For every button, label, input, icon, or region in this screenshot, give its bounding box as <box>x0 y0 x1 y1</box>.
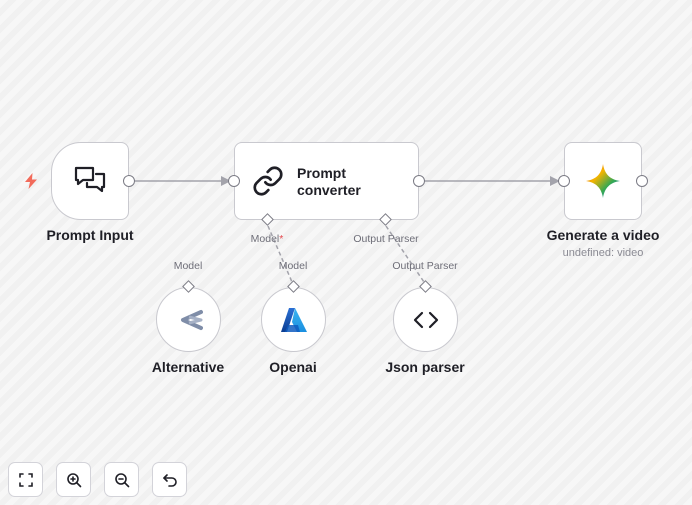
node-json-parser[interactable] <box>393 287 458 352</box>
node-alternative[interactable] <box>156 287 221 352</box>
node-generate-video[interactable] <box>564 142 642 220</box>
chat-bubbles-icon <box>73 165 107 197</box>
undo-button[interactable] <box>152 462 187 497</box>
generate-video-output-port[interactable] <box>636 175 648 187</box>
alternative-input-label: Model <box>173 260 203 272</box>
generate-video-input-port[interactable] <box>558 175 570 187</box>
zoom-in-icon <box>66 472 82 488</box>
json-parser-input-label: Output Parser <box>392 260 458 272</box>
generate-video-label: Generate a video <box>546 227 660 243</box>
code-brackets-icon <box>413 310 439 330</box>
fullscreen-icon <box>18 472 34 488</box>
model-port-label: Model* <box>250 233 284 245</box>
zoom-out-button[interactable] <box>104 462 139 497</box>
node-prompt-input[interactable] <box>51 142 129 220</box>
prompt-converter-output-port[interactable] <box>413 175 425 187</box>
generate-video-sublabel: undefined: video <box>562 247 644 259</box>
zoom-out-icon <box>114 472 130 488</box>
fit-view-button[interactable] <box>8 462 43 497</box>
prompt-input-output-port[interactable] <box>123 175 135 187</box>
output-parser-port-label: Output Parser <box>353 233 419 245</box>
alternative-logo-icon <box>175 308 203 332</box>
required-mark: * <box>279 233 284 245</box>
trigger-bolt-icon <box>24 173 38 189</box>
openai-input-label: Model <box>278 260 308 272</box>
prompt-converter-title: Prompt converter <box>297 165 407 199</box>
prompt-converter-label-line2: converter <box>297 182 361 198</box>
gemini-star-icon <box>585 163 621 199</box>
undo-icon <box>162 472 178 488</box>
json-parser-label: Json parser <box>385 359 465 375</box>
azure-logo-icon <box>280 307 308 333</box>
prompt-converter-input-port[interactable] <box>228 175 240 187</box>
node-openai[interactable] <box>261 287 326 352</box>
link-icon <box>252 165 284 197</box>
zoom-in-button[interactable] <box>56 462 91 497</box>
prompt-converter-label-line1: Prompt <box>297 165 346 181</box>
prompt-input-label: Prompt Input <box>46 227 134 243</box>
alternative-label: Alternative <box>151 359 225 375</box>
openai-label: Openai <box>269 359 317 375</box>
